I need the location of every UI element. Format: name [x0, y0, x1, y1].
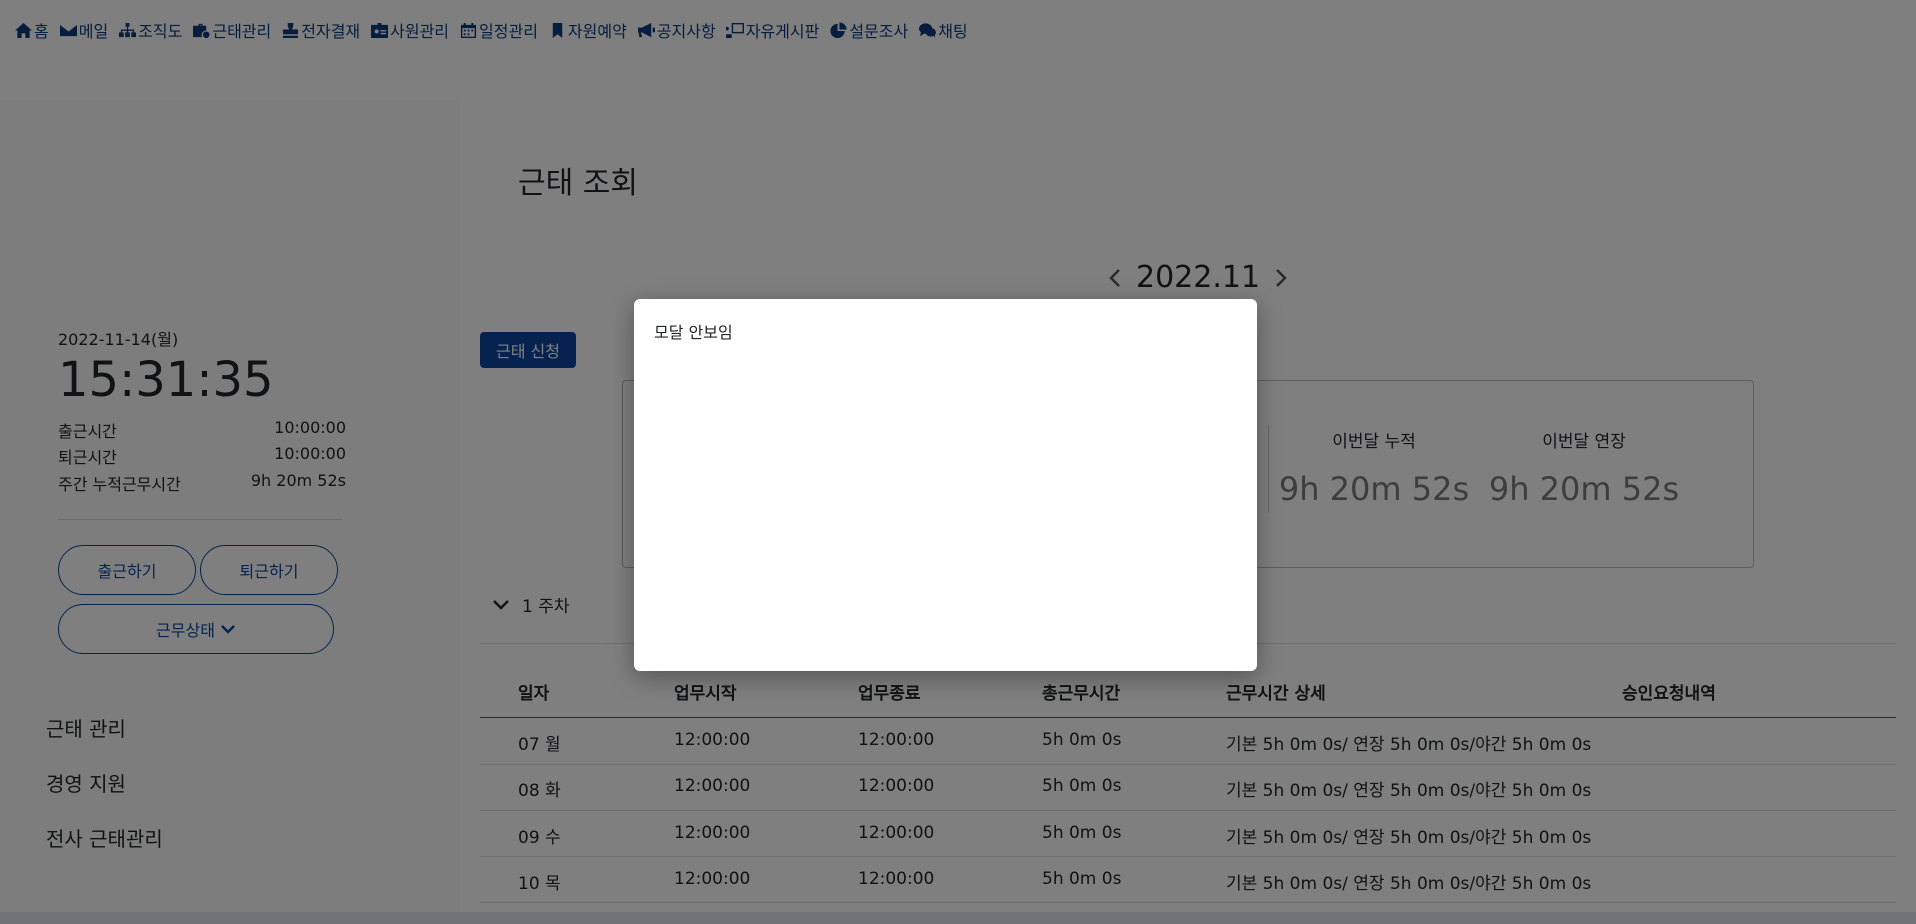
modal-text: 모달 안보임 — [654, 323, 733, 342]
modal-dialog: 모달 안보임 — [634, 299, 1257, 671]
